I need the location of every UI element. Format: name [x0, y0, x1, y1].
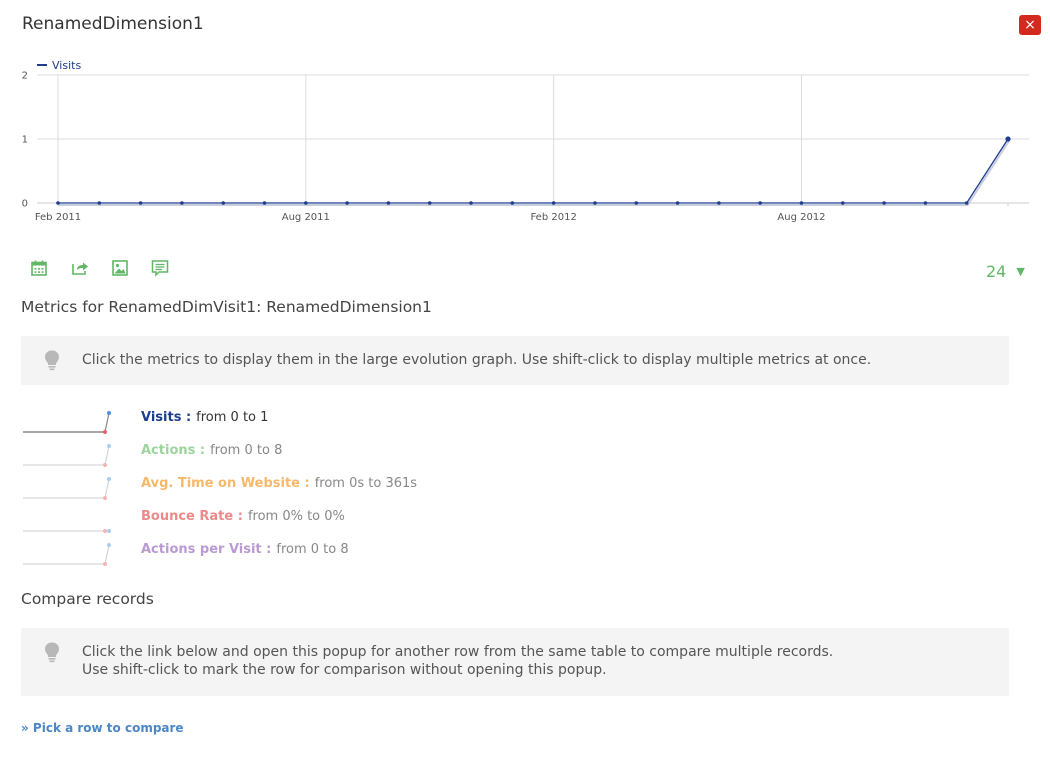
x-tick-label: Aug 2011	[282, 212, 330, 223]
metrics-tip-box: Click the metrics to display them in the…	[21, 336, 1009, 385]
y-tick-label: 2	[22, 71, 28, 82]
data-point	[427, 201, 432, 205]
data-point	[262, 201, 267, 205]
image-icon[interactable]	[111, 259, 129, 277]
sparkline-max-dot	[107, 411, 111, 415]
x-tick-label: Aug 2012	[777, 212, 825, 223]
sparkline-rise	[104, 412, 110, 433]
series-line-shadow	[59, 140, 1010, 206]
sparkline-max-dot	[107, 543, 111, 547]
calendar-icon[interactable]	[30, 259, 48, 277]
metric-range: from 0 to 1	[196, 410, 269, 425]
x-tick-label: Feb 2012	[530, 212, 576, 223]
data-point	[510, 201, 515, 205]
data-point	[964, 201, 969, 205]
data-point	[221, 201, 226, 205]
data-point	[882, 201, 886, 205]
metric-text: Actions : from 0 to 8	[141, 443, 282, 458]
metric-name[interactable]: Actions per Visit :	[141, 542, 271, 557]
pick-row-to-compare-link[interactable]: » Pick a row to compare	[21, 721, 184, 735]
data-point	[180, 201, 184, 205]
metric-name[interactable]: Actions :	[141, 443, 205, 458]
data-point	[551, 201, 556, 205]
data-point	[593, 201, 597, 205]
lightbulb-icon	[45, 350, 59, 371]
compare-tip-line-2: Use shift-click to mark the row for comp…	[82, 662, 607, 678]
sparkline-max-dot	[107, 477, 111, 481]
sparkline-max-dot	[107, 444, 111, 448]
metric-text: Avg. Time on Website : from 0s to 361s	[141, 476, 417, 491]
data-point	[469, 201, 473, 205]
data-point	[386, 201, 391, 205]
share-icon[interactable]	[71, 259, 89, 277]
period-limit-selector[interactable]: 24 ▼	[986, 262, 1025, 281]
metric-sparkline	[23, 543, 111, 566]
data-point	[675, 201, 680, 205]
data-point	[138, 201, 143, 205]
metric-text: Visits : from 0 to 1	[141, 410, 268, 425]
metric-range: from 0s to 361s	[314, 476, 418, 491]
metric-range: from 0 to 8	[276, 542, 349, 557]
sparkline-rise	[104, 445, 110, 466]
sparkline-min-dot	[103, 496, 107, 500]
series-line-visits	[58, 138, 1009, 204]
chevron-down-icon: ▼	[1016, 265, 1025, 278]
metric-sparkline	[23, 444, 111, 467]
metrics-section-title: Metrics for RenamedDimVisit1: RenamedDim…	[21, 298, 432, 316]
legend-label-visits: Visits	[52, 59, 81, 72]
compare-section-title: Compare records	[21, 590, 154, 608]
metric-sparkline	[23, 529, 111, 533]
period-limit-value: 24	[986, 262, 1007, 281]
metric-sparkline	[23, 411, 111, 434]
y-tick-label: 0	[22, 199, 28, 210]
sparkline-min-dot	[103, 562, 107, 566]
metric-text: Bounce Rate : from 0% to 0%	[141, 509, 345, 524]
y-tick-label: 1	[22, 135, 28, 146]
data-point	[717, 201, 721, 205]
metric-name[interactable]: Avg. Time on Website :	[141, 476, 310, 491]
sparkline-min-dot	[103, 463, 107, 467]
data-point	[1005, 136, 1011, 142]
sparkline-max-dot	[107, 529, 111, 533]
annotation-icon[interactable]	[151, 259, 169, 277]
popup-title: RenamedDimension1	[22, 14, 204, 34]
compare-tip-line-1: Click the link below and open this popup…	[82, 644, 834, 660]
sparkline-rise	[104, 478, 110, 499]
data-point	[923, 201, 928, 205]
data-point	[345, 201, 349, 205]
sparkline-min-dot	[103, 529, 107, 533]
metric-text: Actions per Visit : from 0 to 8	[141, 542, 349, 557]
data-point	[97, 201, 102, 205]
sparkline-rise	[104, 544, 110, 565]
data-point	[840, 201, 845, 205]
data-point	[56, 201, 60, 205]
metric-range: from 0% to 0%	[247, 509, 345, 524]
evolution-graph: 0 1 2 Feb 2011 Aug 2011 Feb 2012 Aug 2012 Visit…	[22, 59, 1029, 223]
data-point	[799, 201, 804, 205]
data-point	[634, 201, 639, 205]
compare-tip-box: Click the link below and open this popup…	[21, 628, 1009, 696]
x-tick-label: Feb 2011	[35, 212, 81, 223]
close-button[interactable]: ×	[1019, 15, 1041, 35]
lightbulb-icon	[45, 642, 59, 663]
metric-name[interactable]: Visits :	[141, 410, 191, 425]
metric-name[interactable]: Bounce Rate :	[141, 509, 243, 524]
metric-sparkline	[23, 477, 111, 500]
data-point	[758, 201, 762, 205]
metric-range: from 0 to 8	[210, 443, 283, 458]
metrics-tip-text: Click the metrics to display them in the…	[82, 352, 872, 368]
sparkline-min-dot	[103, 430, 107, 434]
data-point	[304, 201, 308, 205]
